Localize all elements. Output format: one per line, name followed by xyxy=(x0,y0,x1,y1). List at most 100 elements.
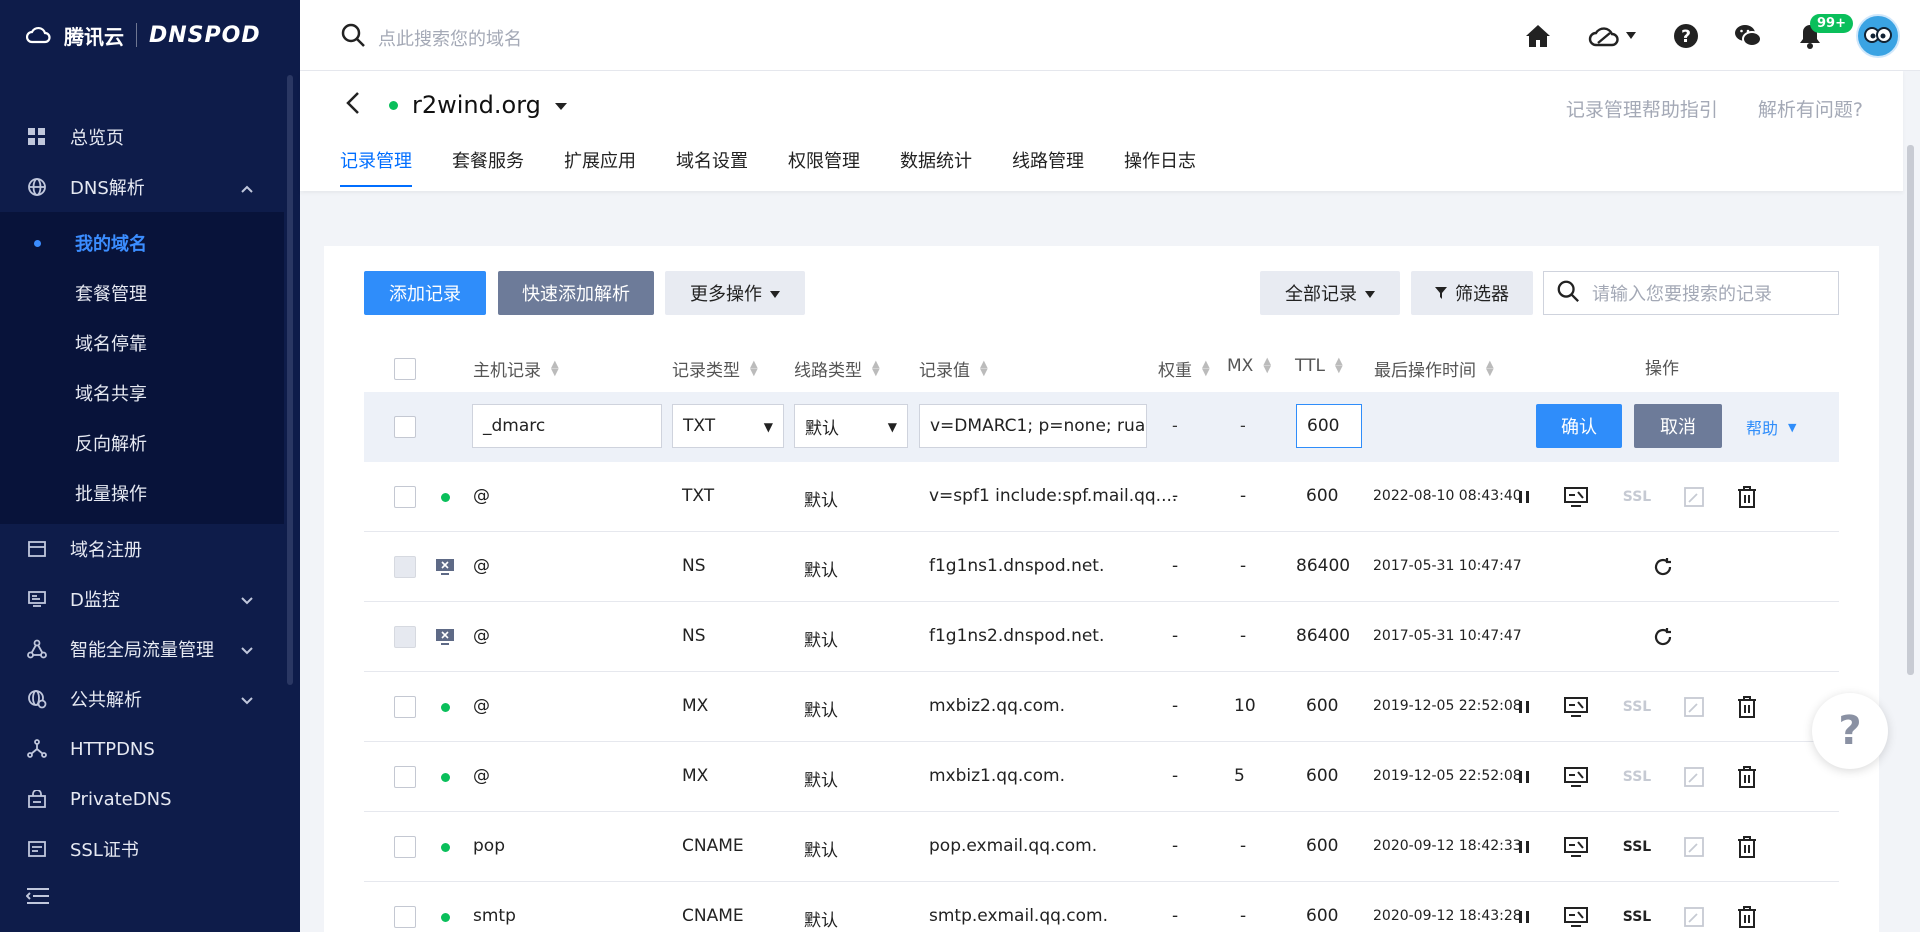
tab-lines[interactable]: 线路管理 xyxy=(1012,147,1084,187)
sidebar-item-share[interactable]: 域名共享 xyxy=(0,368,284,418)
trash-icon[interactable] xyxy=(1734,764,1760,790)
sidebar-item-public-dns[interactable]: 公共解析 xyxy=(0,674,284,724)
row-value[interactable]: pop.exmail.qq.com. xyxy=(929,836,1097,856)
help-dropdown[interactable]: 帮助 ▼ xyxy=(1746,415,1796,439)
sidebar-item-privatedns[interactable]: PrivateDNS xyxy=(0,774,284,824)
resolve-issue-link[interactable]: 解析有问题? xyxy=(1758,95,1863,122)
tab-package[interactable]: 套餐服务 xyxy=(452,147,524,187)
sidebar-item-parking[interactable]: 域名停靠 xyxy=(0,318,284,368)
col-ttl[interactable]: TTL ▲ ▼ xyxy=(1295,356,1343,376)
logo[interactable]: 腾讯云 DNSPOD xyxy=(0,0,300,70)
pause-icon[interactable] xyxy=(1511,694,1537,720)
refresh-icon[interactable] xyxy=(1650,554,1676,580)
pause-icon[interactable] xyxy=(1511,764,1537,790)
ssl-button[interactable]: SSL xyxy=(1620,484,1654,510)
record-search-input[interactable]: 请输入您要搜索的记录 xyxy=(1543,271,1839,315)
tab-logs[interactable]: 操作日志 xyxy=(1124,147,1196,187)
col-mx[interactable]: MX ▲ ▼ xyxy=(1227,356,1271,376)
row-checkbox[interactable] xyxy=(394,416,416,438)
row-value[interactable]: v=spf1 include:spf.mail.qq.... xyxy=(929,486,1177,506)
sidebar-item-monitor[interactable]: D监控 xyxy=(0,574,284,624)
pause-icon[interactable] xyxy=(1511,904,1537,930)
remark-icon[interactable] xyxy=(1563,484,1589,510)
cloud-menu-icon[interactable] xyxy=(1584,20,1640,52)
tab-stats[interactable]: 数据统计 xyxy=(900,147,972,187)
col-value[interactable]: 记录值 ▲ ▼ xyxy=(919,356,988,381)
confirm-button[interactable]: 确认 xyxy=(1536,404,1622,448)
sidebar-item-package[interactable]: 套餐管理 xyxy=(0,268,284,318)
col-type[interactable]: 记录类型 ▲ ▼ xyxy=(672,356,758,381)
ssl-button[interactable]: SSL xyxy=(1620,764,1654,790)
sidebar-item-ssl[interactable]: SSL证书 xyxy=(0,824,284,874)
trash-icon[interactable] xyxy=(1734,694,1760,720)
help-float-button[interactable]: ? xyxy=(1812,693,1888,769)
more-actions-button[interactable]: 更多操作 xyxy=(665,271,805,315)
remark-icon[interactable] xyxy=(1563,834,1589,860)
col-weight[interactable]: 权重 ▲ ▼ xyxy=(1158,356,1210,381)
col-host[interactable]: 主机记录 ▲ ▼ xyxy=(473,356,559,381)
back-arrow-icon[interactable] xyxy=(345,91,361,119)
tab-permissions[interactable]: 权限管理 xyxy=(788,147,860,187)
remark-icon[interactable] xyxy=(1563,904,1589,930)
line-select[interactable]: 默认 ▼ xyxy=(794,404,908,448)
row-checkbox[interactable] xyxy=(394,906,416,928)
quick-add-button[interactable]: 快速添加解析 xyxy=(498,271,654,315)
all-records-dropdown[interactable]: 全部记录 xyxy=(1260,271,1400,315)
row-checkbox[interactable] xyxy=(394,696,416,718)
col-time[interactable]: 最后操作时间 ▲ ▼ xyxy=(1374,356,1494,381)
row-checkbox[interactable] xyxy=(394,486,416,508)
help-circle-icon[interactable]: ? xyxy=(1670,20,1702,52)
col-line[interactable]: 线路类型 ▲ ▼ xyxy=(794,356,880,381)
sidebar-item-dns[interactable]: DNS解析 xyxy=(0,162,284,212)
domain-search[interactable]: 点此搜索您的域名 xyxy=(340,22,522,53)
tab-settings[interactable]: 域名设置 xyxy=(676,147,748,187)
trash-icon[interactable] xyxy=(1734,834,1760,860)
domain-selector[interactable]: r2wind.org xyxy=(345,91,567,119)
cancel-button[interactable]: 取消 xyxy=(1634,404,1722,448)
trash-icon[interactable] xyxy=(1734,484,1760,510)
pause-icon[interactable] xyxy=(1511,834,1537,860)
select-all-checkbox[interactable] xyxy=(394,358,416,380)
sidebar-item-httpdns[interactable]: HTTPDNS xyxy=(0,724,284,774)
remark-icon[interactable] xyxy=(1563,764,1589,790)
trash-icon[interactable] xyxy=(1734,904,1760,930)
wechat-icon[interactable] xyxy=(1732,20,1764,52)
row-value[interactable]: f1g1ns1.dnspod.net. xyxy=(929,556,1104,576)
sidebar-scrollbar[interactable] xyxy=(287,75,293,685)
sidebar-item-my-domains[interactable]: 我的域名 xyxy=(0,218,284,268)
ssl-button[interactable]: SSL xyxy=(1620,904,1654,930)
sidebar-item-reverse[interactable]: 反向解析 xyxy=(0,418,284,468)
avatar[interactable] xyxy=(1856,14,1900,58)
sidebar-item-registration[interactable]: 域名注册 xyxy=(0,524,284,574)
page-scrollbar[interactable] xyxy=(1907,145,1914,675)
tab-extensions[interactable]: 扩展应用 xyxy=(564,147,636,187)
sidebar-item-overview[interactable]: 总览页 xyxy=(0,112,284,162)
type-select[interactable]: TXT ▼ xyxy=(672,404,784,448)
row-value[interactable]: smtp.exmail.qq.com. xyxy=(929,906,1108,926)
pause-icon[interactable] xyxy=(1511,484,1537,510)
menu-collapse-icon[interactable] xyxy=(25,886,52,910)
tab-records[interactable]: 记录管理 xyxy=(340,147,412,187)
row-weight: - xyxy=(1172,486,1179,506)
ssl-button[interactable]: SSL xyxy=(1620,834,1654,860)
row-value[interactable]: mxbiz1.qq.com. xyxy=(929,766,1065,786)
row-checkbox[interactable] xyxy=(394,836,416,858)
sidebar-item-batch[interactable]: 批量操作 xyxy=(0,468,284,518)
host-input[interactable]: _dmarc xyxy=(472,404,662,448)
remark-icon[interactable] xyxy=(1563,694,1589,720)
notification-bell-icon[interactable]: 99+ xyxy=(1794,14,1853,52)
value-input[interactable]: v=DMARC1; p=none; rua=r xyxy=(919,404,1147,448)
row-value[interactable]: f1g1ns2.dnspod.net. xyxy=(929,626,1104,646)
status-dot xyxy=(441,703,450,712)
home-icon[interactable] xyxy=(1522,20,1554,52)
add-record-button[interactable]: 添加记录 xyxy=(364,271,486,315)
ssl-button[interactable]: SSL xyxy=(1620,694,1654,720)
row-value[interactable]: mxbiz2.qq.com. xyxy=(929,696,1065,716)
row-checkbox[interactable] xyxy=(394,766,416,788)
refresh-icon[interactable] xyxy=(1650,624,1676,650)
sidebar-item-traffic[interactable]: 智能全局流量管理 xyxy=(0,624,284,674)
record-help-link[interactable]: 记录管理帮助指引 xyxy=(1566,95,1718,122)
ttl-input[interactable]: 600 xyxy=(1296,404,1362,448)
filter-button[interactable]: 筛选器 xyxy=(1411,271,1533,315)
caret-down-icon xyxy=(1365,283,1375,304)
